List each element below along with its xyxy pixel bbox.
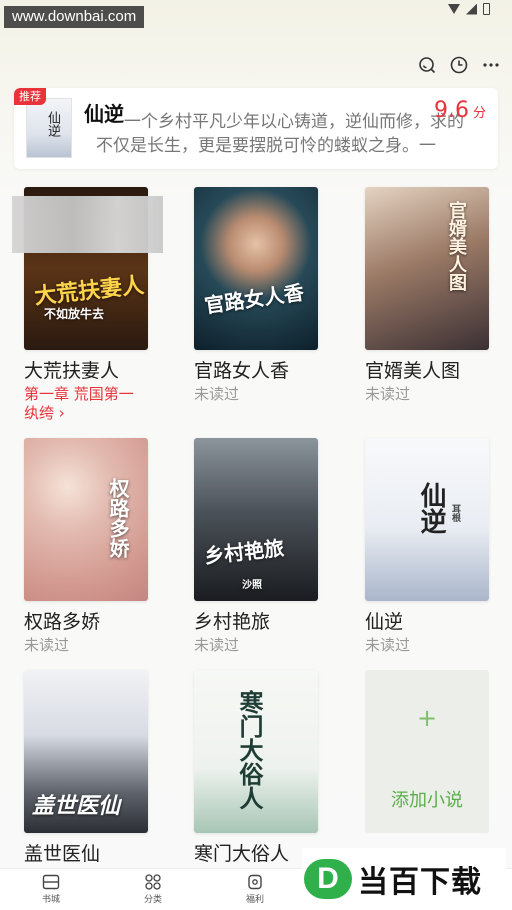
nav-category[interactable]: 分类 [102,869,204,910]
recommend-desc-line2: 不仅是长生，更是要摆脱可怜的蝼蚁之身。一 [96,136,436,156]
history-icon[interactable] [450,56,468,74]
status-bar [448,3,490,15]
watermark-logo-text: 当百下载 [358,865,482,900]
add-novel-label: 添加小说 [391,790,463,811]
book-cover[interactable]: 官路女人香 [194,187,318,350]
book-cover[interactable]: 乡村艳旅 沙照 [194,438,318,601]
cover-title: 寒门大俗人 [235,690,264,810]
book-item[interactable]: 权路多娇 权路多娇 未读过 [24,438,148,655]
book-title: 盖世医仙 [24,843,101,865]
recommend-cover[interactable]: 仙逆 [26,98,72,158]
book-cover[interactable]: 权路多娇 [24,438,148,601]
book-title: 大荒扶妻人 [24,360,120,382]
book-last-chapter[interactable]: 第一章 荒国第一纨绔 › [24,385,148,423]
watermark-logo: D 当百下载 [302,848,506,910]
book-cover[interactable]: 官婿美人图 [365,187,489,350]
nav-bookstore[interactable]: 书城 [0,869,102,910]
search-icon[interactable] [418,56,436,74]
grid-icon [145,874,161,890]
book-item[interactable]: 乡村艳旅 沙照 乡村艳旅 未读过 [194,438,318,655]
book-title: 乡村艳旅 [194,611,271,633]
nav-label: 分类 [143,895,162,905]
recommend-description: 一个乡村平凡少年以心铸道，逆仙而修，求的 不仅是长生，更是要摆脱可怜的蝼蚁之身。… [96,110,488,158]
add-novel-button[interactable]: + 添加小说 [365,670,489,833]
cover-subtitle: 不如放牛去 [44,307,105,321]
watermark-url: www.downbai.com [4,6,145,28]
book-item[interactable]: 盖世医仙 盖世医仙 [24,670,148,866]
more-icon[interactable] [482,56,500,74]
book-status: 未读过 [365,636,411,654]
book-title: 寒门大俗人 [194,843,290,865]
cover-title: 仙逆 [416,482,446,534]
book-status: 未读过 [365,385,411,403]
bookshelf-icon [42,874,60,890]
wifi-icon [448,4,460,14]
watermark-logo-icon: D [304,859,352,899]
score-unit: 分 [472,106,486,121]
book-item[interactable]: 官路女人香 官路女人香 未读过 [194,187,318,404]
book-status: 未读过 [194,385,240,403]
gift-icon [248,874,262,890]
book-cover[interactable]: 盖世医仙 [24,670,148,833]
cover-author: 沙照 [242,580,262,591]
cover-title: 官婿美人图 [446,201,467,291]
cover-title: 权路多娇 [106,478,130,558]
top-actions [418,56,500,74]
book-item[interactable]: 官婿美人图 官婿美人图 未读过 [365,187,489,404]
cover-author: 耳根 [450,504,460,522]
book-title: 仙逆 [365,611,404,633]
plus-icon: + [416,704,438,732]
book-item[interactable]: 仙逆 耳根 仙逆 未读过 [365,438,489,655]
score-value: 9.6 [433,98,469,123]
battery-icon [483,3,490,15]
book-cover[interactable]: 寒门大俗人 [194,670,318,833]
book-title: 官婿美人图 [365,360,461,382]
nav-welfare[interactable]: 福利 [204,869,306,910]
nav-label: 福利 [245,895,264,905]
cover-title: 乡村艳旅 [203,535,286,569]
recommend-score: 9.6 分 [434,98,486,123]
book-title: 官路女人香 [194,360,290,382]
nav-label: 书城 [41,895,60,905]
book-item[interactable]: 寒门大俗人 寒门大俗人 [194,670,318,866]
recommend-desc-line1: 一个乡村平凡少年以心铸道，逆仙而修，求的 [124,112,464,132]
signal-icon [466,3,477,15]
mosaic-blur [12,196,163,253]
book-status: 未读过 [194,636,240,654]
book-cover[interactable]: 仙逆 耳根 [365,438,489,601]
recommend-tag: 推荐 [14,88,46,105]
book-status: 未读过 [24,636,70,654]
book-title: 权路多娇 [24,611,101,633]
recommend-card[interactable]: 仙逆 推荐 仙逆 一个乡村平凡少年以心铸道，逆仙而修，求的 不仅是长生，更是要摆… [14,88,498,169]
recommend-cover-title: 仙逆 [45,111,60,137]
cover-title: 盖世医仙 [32,794,121,819]
cover-title: 官路女人香 [203,280,306,318]
